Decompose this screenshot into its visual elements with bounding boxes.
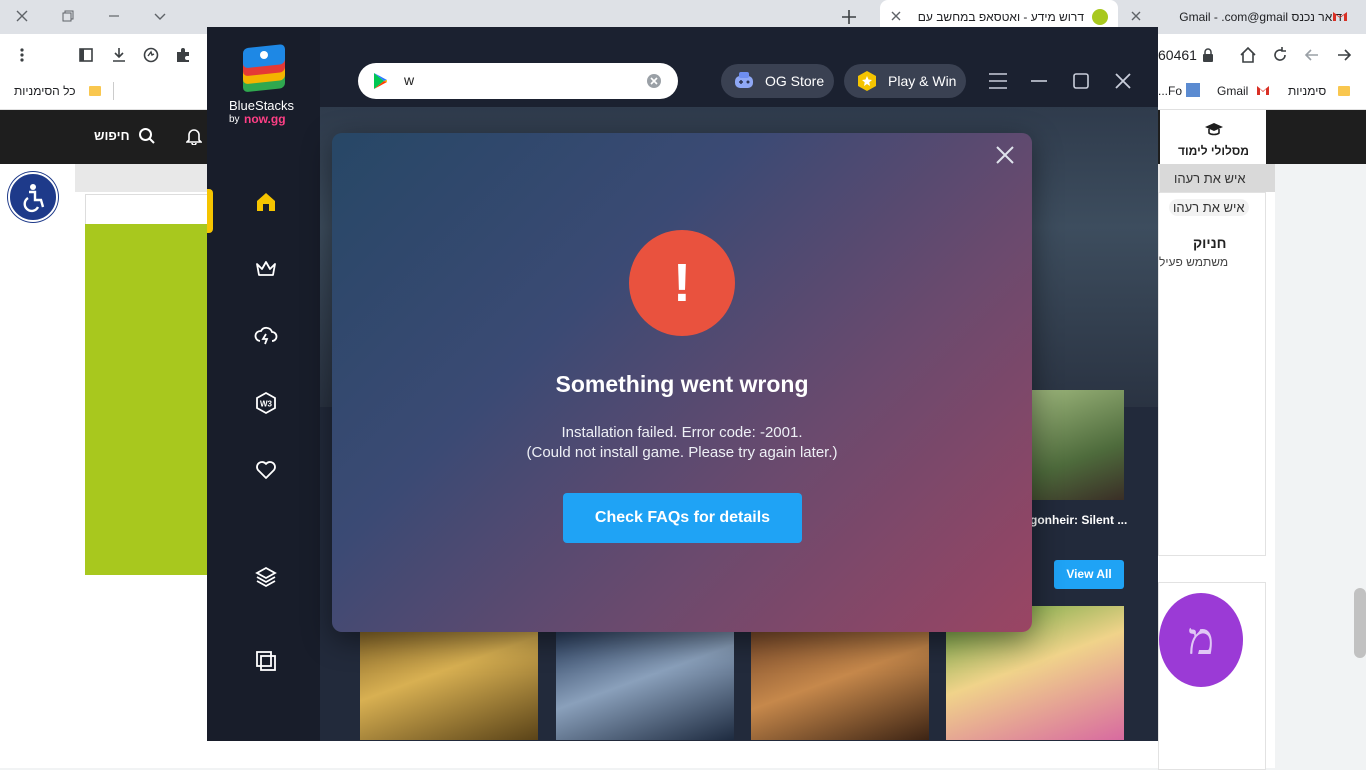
close-window-icon[interactable] xyxy=(1113,71,1133,91)
logo-brand: now.gg xyxy=(244,112,286,126)
site-left-box xyxy=(85,194,209,226)
view-all-button[interactable]: View All xyxy=(1054,560,1124,589)
bluestacks-logo-icon xyxy=(237,43,291,97)
error-dialog: ! Something went wrong Installation fail… xyxy=(332,133,1032,632)
learning-paths-label: מסלולי לימוד xyxy=(1178,144,1249,158)
close-tab-icon[interactable] xyxy=(890,10,902,22)
scrollbar-thumb[interactable] xyxy=(1354,588,1366,658)
og-store-label: OG Store xyxy=(765,73,825,89)
svg-text:W3: W3 xyxy=(260,400,273,409)
dialog-message-line2: (Could not install game. Please try agai… xyxy=(526,444,838,461)
close-dialog-icon[interactable] xyxy=(994,144,1016,166)
minimize-window-icon[interactable] xyxy=(106,8,122,24)
cloud-download-icon[interactable] xyxy=(253,323,279,349)
check-faqs-button[interactable]: Check FAQs for details xyxy=(563,493,802,543)
game-card[interactable] xyxy=(360,632,538,740)
logo-name: BlueStacks xyxy=(229,98,295,113)
download-icon[interactable] xyxy=(110,46,128,64)
restore-window-icon[interactable] xyxy=(60,8,76,24)
bookmark-truncated[interactable]: Fo... xyxy=(1158,84,1182,98)
user-card: איש את רעהו חניוק משתמש פעיל xyxy=(1158,192,1266,556)
close-tab-icon[interactable] xyxy=(1130,10,1142,22)
gmail-icon xyxy=(1256,85,1270,96)
post-label: איש את רעהו xyxy=(1169,199,1249,216)
logo-by: by xyxy=(229,114,240,125)
hamburger-menu-icon[interactable] xyxy=(987,71,1009,91)
bluestacks-window: BlueStacks by now.gg W3 gonheir: Silent … xyxy=(207,27,1158,741)
gamepad-icon xyxy=(733,71,755,91)
site-search-label[interactable]: חיפוש xyxy=(94,128,130,143)
notification-bell-icon[interactable] xyxy=(186,127,202,145)
og-store-button[interactable]: OG Store xyxy=(721,64,834,98)
learning-paths-tab[interactable]: מסלולי לימוד xyxy=(1160,110,1266,164)
bookmarks-folder-label[interactable]: סימניות xyxy=(1288,84,1326,98)
bookmark-gmail[interactable]: Gmail xyxy=(1217,84,1248,98)
menu-kebab-icon[interactable] xyxy=(14,47,30,63)
game-card[interactable] xyxy=(751,632,929,740)
post-label: איש את רעהו xyxy=(1174,171,1246,186)
web3-icon[interactable]: W3 xyxy=(253,390,279,416)
active-tab-indicator xyxy=(207,189,213,233)
folder-icon xyxy=(1338,86,1350,96)
user-name[interactable]: חניוק xyxy=(1193,235,1226,251)
forward-arrow-icon[interactable] xyxy=(1302,45,1322,65)
performance-icon[interactable] xyxy=(142,46,160,64)
tab-search-chevron-icon[interactable] xyxy=(152,8,168,24)
home-icon[interactable] xyxy=(1238,45,1258,65)
user-status: משתמש פעיל xyxy=(1159,255,1229,269)
bookmark-site-icon xyxy=(1186,83,1200,97)
game-title[interactable]: gonheir: Silent ... xyxy=(1030,513,1127,527)
search-input[interactable]: w xyxy=(404,72,414,88)
gmail-icon xyxy=(1332,10,1348,22)
bluestacks-sidebar: BlueStacks by now.gg W3 xyxy=(207,27,320,741)
extensions-icon[interactable] xyxy=(174,46,192,64)
graduation-cap-icon xyxy=(1204,122,1224,136)
accessibility-icon[interactable] xyxy=(8,172,58,222)
close-window-icon[interactable] xyxy=(14,8,30,24)
layers-icon[interactable] xyxy=(253,564,279,590)
back-arrow-icon[interactable] xyxy=(1334,45,1354,65)
clear-search-icon[interactable] xyxy=(646,73,662,89)
error-icon: ! xyxy=(629,230,735,336)
game-card[interactable] xyxy=(556,632,734,740)
search-icon[interactable] xyxy=(138,127,156,145)
tab-title: דרוש מידע - ואטסאפ במחשב עם xyxy=(917,10,1084,24)
folder-icon xyxy=(89,86,101,96)
multi-instance-icon[interactable] xyxy=(253,648,279,674)
reload-icon[interactable] xyxy=(1270,45,1290,65)
all-bookmarks-label[interactable]: כל הסימניות xyxy=(14,84,76,98)
avatar[interactable]: מ xyxy=(1159,593,1243,687)
tab-gmail[interactable]: דואר נכנס Gmail - .com@gmail xyxy=(1130,0,1366,34)
side-panel-icon[interactable] xyxy=(78,47,94,63)
game-thumbnail[interactable] xyxy=(1032,390,1124,500)
play-win-label: Play & Win xyxy=(888,73,957,89)
site-green-banner xyxy=(85,224,207,575)
site-favicon-icon xyxy=(1092,9,1108,25)
lock-icon[interactable] xyxy=(1202,47,1214,63)
new-tab-icon[interactable] xyxy=(840,8,858,26)
play-win-button[interactable]: Play & Win xyxy=(844,64,966,98)
bookmarks-divider xyxy=(113,82,114,100)
dialog-title: Something went wrong xyxy=(555,371,809,397)
address-bar-partial[interactable]: 60461 xyxy=(1158,47,1197,63)
dialog-message-line1: Installation failed. Error code: -2001. xyxy=(561,424,803,441)
star-badge-icon xyxy=(856,70,878,92)
minimize-icon[interactable] xyxy=(1029,71,1049,91)
bluestacks-search-bar[interactable]: w xyxy=(358,63,678,99)
heart-icon[interactable] xyxy=(253,457,279,483)
tab-title: דואר נכנס Gmail - .com@gmail xyxy=(1179,10,1342,24)
crown-icon[interactable] xyxy=(253,256,279,282)
site-left-margin xyxy=(0,164,75,768)
avatar-card: מ xyxy=(1158,582,1266,770)
home-icon[interactable] xyxy=(253,189,279,215)
play-store-icon xyxy=(372,72,390,90)
maximize-icon[interactable] xyxy=(1071,71,1091,91)
post-tag: איש את רעהו xyxy=(1160,164,1275,192)
